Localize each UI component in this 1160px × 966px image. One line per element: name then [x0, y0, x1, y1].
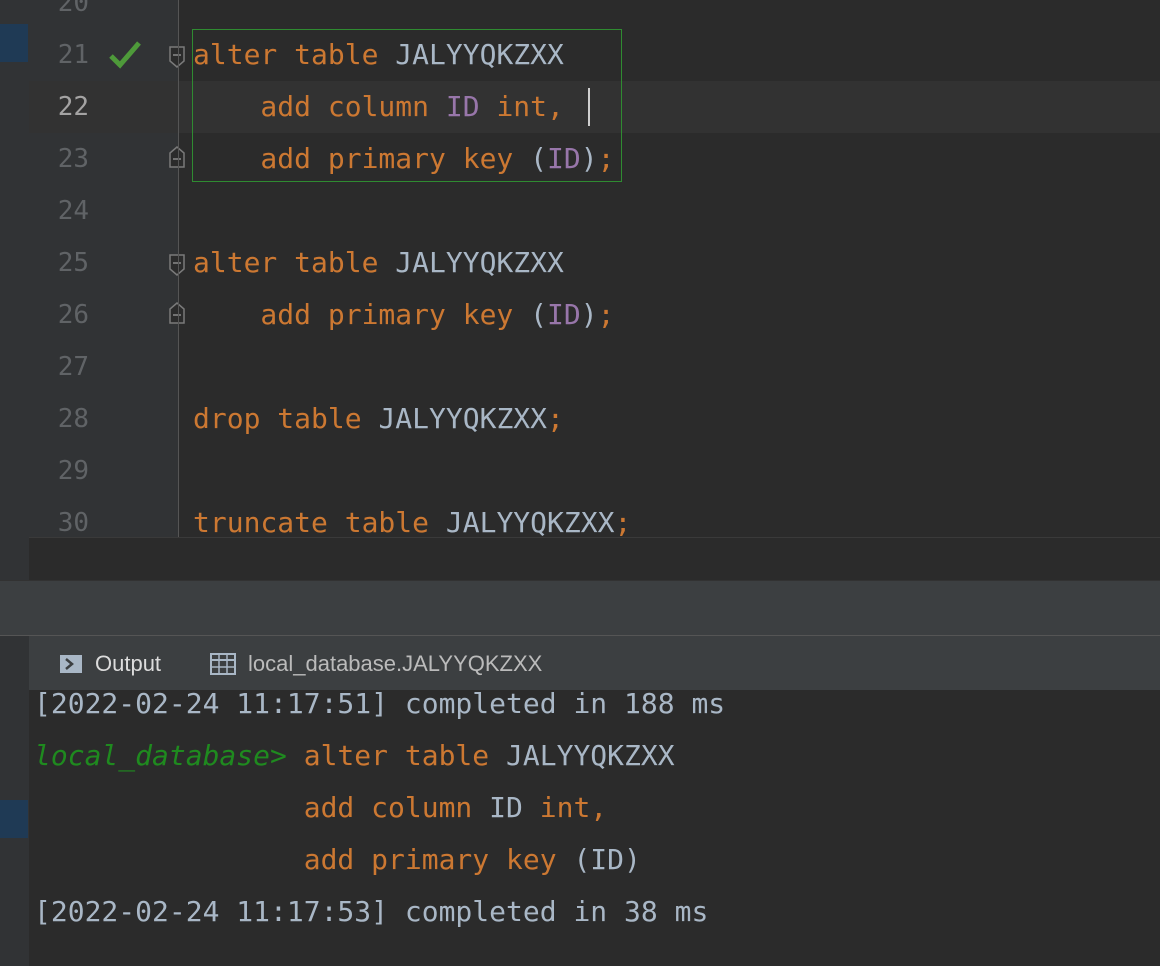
tab-label: local_database.JALYYQKZXX [248, 650, 543, 676]
fold-start-icon[interactable] [168, 237, 186, 289]
fold-guide [178, 0, 179, 537]
editor-line[interactable]: 20 [29, 0, 1160, 29]
line-number: 20 [57, 0, 89, 18]
editor-line[interactable]: 30 truncate table JALYYQKZXX; [29, 497, 1160, 537]
strip-marker [0, 800, 28, 838]
code-token: truncate table [193, 506, 446, 537]
code-token: JALYYQKZXX [378, 402, 548, 435]
console-text: ID [489, 791, 540, 824]
code-token: JALYYQKZXX [445, 506, 615, 537]
tab-label: Output [95, 650, 162, 676]
line-number: 27 [57, 352, 89, 382]
code-token: ) [580, 298, 598, 331]
line-number: 24 [57, 196, 89, 226]
console-line: [2022-02-24 11:17:53] completed in 38 ms [34, 886, 708, 938]
console-icon [60, 654, 82, 673]
code-token: alter table [193, 246, 396, 279]
console-text: (ID) [573, 843, 641, 876]
editor-line[interactable]: 26 add primary key (ID); [29, 289, 1160, 341]
output-tab-bar: Output local_database.JALYYQKZXX [29, 636, 1160, 691]
left-tool-strip [0, 0, 29, 580]
code-token: ID [547, 298, 581, 331]
code-token: ; [597, 298, 615, 331]
code-token: JALYYQKZXX [395, 246, 564, 279]
executed-check-icon [109, 29, 141, 81]
code-token: drop table [193, 402, 379, 435]
console-line: local_database> alter table JALYYQKZXX [34, 730, 675, 782]
code-token: ( [530, 298, 548, 331]
console-text: alter table [303, 739, 507, 772]
console-text: [2022-02-24 11:17:53] completed in 38 ms [34, 895, 709, 928]
editor-line[interactable]: 27 [29, 341, 1160, 393]
line-number: 25 [57, 248, 89, 278]
console-text: [2022-02-24 11:17:51] completed in 188 m… [34, 691, 726, 720]
line-number: 21 [57, 40, 89, 70]
table-grid-icon [210, 652, 236, 675]
output-console[interactable]: [2022-02-24 11:17:51] completed in 188 m… [29, 691, 1160, 966]
strip-marker [0, 24, 28, 62]
editor-line[interactable]: 28 drop table JALYYQKZXX; [29, 393, 1160, 445]
code-text: truncate table JALYYQKZXX; [193, 497, 631, 537]
console-prompt: local_database> [34, 739, 304, 772]
code-editor[interactable]: 20 21 alter table JALYYQKZXX 22 add column … [29, 0, 1160, 537]
code-text: alter table JALYYQKZXX [193, 237, 564, 289]
console-line: add column ID int, [34, 782, 607, 834]
console-text: JALYYQKZXX [506, 739, 675, 772]
panel-divider[interactable] [0, 580, 1160, 636]
line-number: 26 [57, 300, 89, 330]
editor-line[interactable]: 25 alter table JALYYQKZXX [29, 237, 1160, 289]
line-number: 28 [57, 404, 89, 434]
code-text: add primary key (ID); [193, 289, 614, 341]
console-line: [2022-02-24 11:17:51] completed in 188 m… [34, 691, 725, 730]
fold-end-icon[interactable] [168, 289, 186, 341]
line-number: 23 [57, 144, 89, 174]
console-text: add column [303, 791, 490, 824]
editor-line[interactable]: 24 [29, 185, 1160, 237]
editor-line[interactable]: 29 [29, 445, 1160, 497]
tab-table-view[interactable]: local_database.JALYYQKZXX [210, 636, 542, 691]
code-token: ; [547, 402, 564, 435]
code-token: add primary key [193, 298, 531, 331]
line-number: 22 [57, 92, 89, 122]
code-text: drop table JALYYQKZXX; [193, 393, 564, 445]
fold-end-icon[interactable] [168, 133, 186, 185]
console-text: add primary key [303, 843, 574, 876]
fold-start-icon[interactable] [168, 29, 186, 81]
line-number: 29 [57, 456, 89, 486]
tab-output[interactable]: Output [59, 636, 161, 691]
left-tool-strip-lower [0, 636, 29, 966]
statement-highlight-box [192, 29, 622, 182]
console-text: int, [539, 791, 608, 824]
code-token: ; [614, 506, 632, 537]
text-caret [588, 88, 590, 126]
line-number: 30 [57, 508, 89, 537]
console-line: add primary key (ID) [34, 834, 641, 886]
editor-scroll-area [29, 537, 1160, 581]
